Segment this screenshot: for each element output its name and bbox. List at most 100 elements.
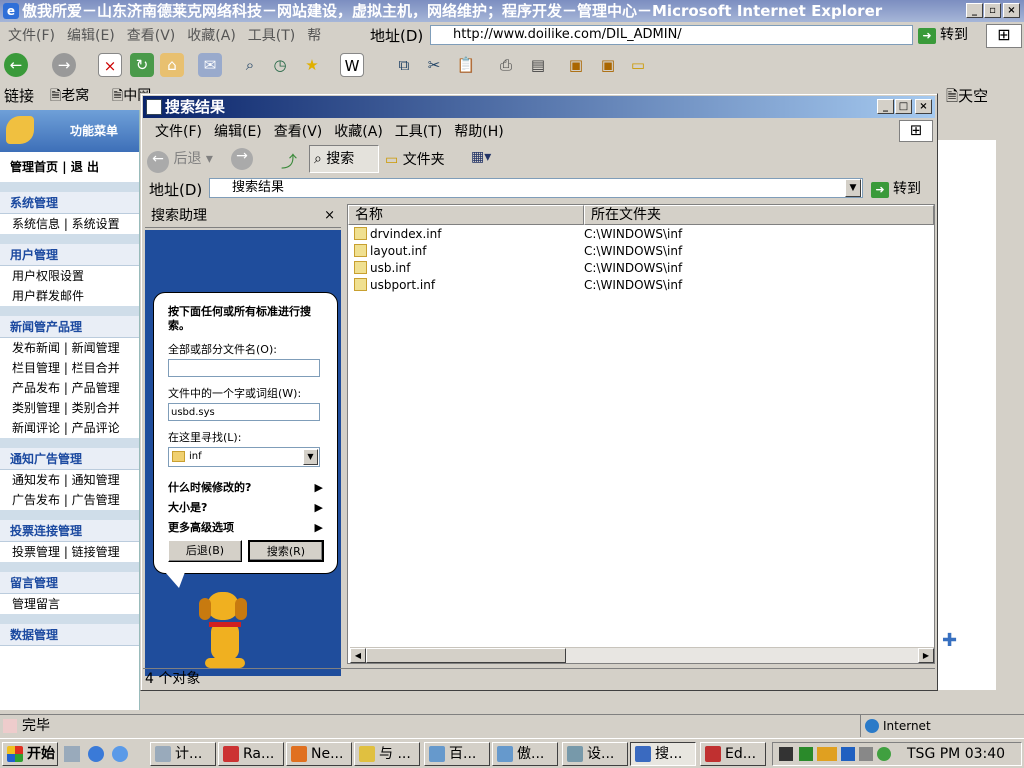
scroll-thumb[interactable] [366,648,566,663]
scroll-left-icon[interactable]: ◀ [350,648,366,663]
sw-go-button[interactable]: ➜ 转到 [871,180,921,198]
result-row[interactable]: drvindex.inf C:\WINDOWS\inf [348,226,934,243]
tray-messenger-icon[interactable] [841,747,855,761]
sw-close-button[interactable]: × [915,99,932,114]
mail-icon[interactable]: ✉ [198,53,222,77]
filename-input[interactable] [168,359,320,377]
sw-back-button[interactable]: ← 后退 ▾ [147,148,213,173]
sidebar-item[interactable]: 栏目管理 | 栏目合并 [0,358,139,378]
option-advanced[interactable]: 更多高级选项 ▶ [168,519,323,537]
taskbar-button[interactable]: 计... [150,742,216,766]
pane-back-button[interactable]: 后退(B) [168,540,242,562]
result-row[interactable]: usb.inf C:\WINDOWS\inf [348,260,934,277]
ie-menu-view[interactable]: 查看(V) [121,25,182,45]
sw-menu-favorites[interactable]: 收藏(A) [328,121,389,141]
taskbar-button[interactable]: 傲... [492,742,558,766]
stop-icon[interactable]: × [98,53,122,77]
paste-icon[interactable]: 📋 [454,53,478,77]
refresh-icon[interactable]: ↻ [130,53,154,77]
tray-security-icon[interactable] [877,747,891,761]
sidebar-item[interactable]: 新闻评论 | 产品评论 [0,418,139,438]
text-input[interactable] [168,403,320,421]
favorites-star-icon[interactable]: ★ [300,53,324,77]
admin-home-link[interactable]: 管理首页 [10,160,58,174]
taskbar-button[interactable]: Ed... [700,742,766,766]
ie-menu-help[interactable]: 帮 [301,25,327,45]
sidebar-item[interactable]: 发布新闻 | 新闻管理 [0,338,139,358]
taskbar-button[interactable]: Ne... [286,742,352,766]
taskbar-button[interactable]: 百... [424,742,490,766]
sidebar-group-title[interactable]: 新闻管产品理 [0,316,139,338]
sw-address-dropdown[interactable]: ▼ [845,179,861,197]
search-icon[interactable]: ⌕ [238,53,262,77]
sidebar-group-title[interactable]: 用户管理 [0,244,139,266]
search-dog-icon[interactable] [195,588,255,672]
sw-menu-edit[interactable]: 编辑(E) [208,121,268,141]
preview-icon[interactable]: ▤ [526,53,550,77]
column-name[interactable]: 名称 [348,205,584,225]
sw-search-toggle[interactable]: ⌕ 搜索 [309,145,379,173]
column-folder[interactable]: 所在文件夹 [584,205,934,225]
quicklaunch-browser-icon[interactable] [112,746,128,762]
option-modified-date[interactable]: 什么时候修改的? ▶ [168,479,323,497]
lookin-dropdown-icon[interactable]: ▼ [303,449,318,465]
taskbar-button[interactable]: Ra... [218,742,284,766]
sw-minimize-button[interactable]: _ [877,99,894,114]
ie-menu-file[interactable]: 文件(F) [2,25,61,45]
ie-menu-favorites[interactable]: 收藏(A) [181,25,242,45]
sw-menu-file[interactable]: 文件(F) [149,121,208,141]
lookin-select[interactable]: inf ▼ [168,447,320,467]
sidebar-group-title[interactable]: 投票连接管理 [0,520,139,542]
sidebar-item[interactable]: 用户群发邮件 [0,286,139,306]
copy-icon[interactable]: ⧉ [392,53,416,77]
print-icon[interactable]: ⎙ [494,53,518,77]
ie-menu-edit[interactable]: 编辑(E) [61,25,121,45]
scroll-right-icon[interactable]: ▶ [918,648,934,663]
start-button[interactable]: 开始 [2,742,58,766]
package-icon[interactable]: ▣ [564,53,588,77]
delete-package-icon[interactable]: ▣ [596,53,620,77]
ie-address-input[interactable]: http://www.doilike.com/DIL_ADMIN/ [430,25,913,45]
link-laowo[interactable]: 🗎老窝 [50,85,89,109]
sidebar-item[interactable]: 系统信息 | 系统设置 [0,214,139,234]
sw-menu-view[interactable]: 查看(V) [268,121,329,141]
sw-folders-button[interactable]: ▭ 文件夹 [385,149,445,169]
horizontal-scrollbar[interactable]: ◀ ▶ [350,647,934,663]
taskbar-button[interactable]: 与 ... [354,742,420,766]
pane-search-button[interactable]: 搜索(R) [248,540,324,562]
sw-up-folder-icon[interactable]: ⤴ [281,148,297,172]
ie-menu-tools[interactable]: 工具(T) [242,25,301,45]
restore-button[interactable]: ▫ [984,3,1001,18]
sidebar-item[interactable]: 产品发布 | 产品管理 [0,378,139,398]
tray-app-icon[interactable] [817,747,837,761]
close-button[interactable]: × [1003,3,1020,18]
sw-forward-icon[interactable]: → [231,148,253,170]
home-icon[interactable]: ⌂ [160,53,184,77]
sw-menu-tools[interactable]: 工具(T) [389,121,448,141]
sidebar-item[interactable]: 管理留言 [0,594,139,614]
sw-views-icon[interactable]: ▦▾ [471,149,491,165]
sidebar-group-title[interactable]: 通知广告管理 [0,448,139,470]
result-row[interactable]: usbport.inf C:\WINDOWS\inf [348,277,934,294]
pane-close-icon[interactable]: × [324,204,335,228]
result-row[interactable]: layout.inf C:\WINDOWS\inf [348,243,934,260]
sidebar-item[interactable]: 通知发布 | 通知管理 [0,470,139,490]
quicklaunch-desktop-icon[interactable] [64,746,80,762]
minimize-button[interactable]: _ [966,3,983,18]
clock[interactable]: TSG PM 03:40 [907,746,1005,762]
tray-volume-icon[interactable] [859,747,873,761]
taskbar-button[interactable]: 设... [562,742,628,766]
ie-go-button[interactable]: ➜ 转到 [918,25,968,45]
sidebar-group-title[interactable]: 系统管理 [0,192,139,214]
sidebar-item[interactable]: 投票管理 | 链接管理 [0,542,139,562]
sidebar-group-title[interactable]: 留言管理 [0,572,139,594]
sidebar-item[interactable]: 广告发布 | 广告管理 [0,490,139,510]
tray-network-icon[interactable] [799,747,813,761]
sw-menu-help[interactable]: 帮助(H) [448,121,509,141]
sidebar-item[interactable]: 用户权限设置 [0,266,139,286]
back-icon[interactable]: ← [4,53,28,77]
sidebar-item[interactable]: 类别管理 | 类别合并 [0,398,139,418]
taskbar-button[interactable]: 搜... [630,742,696,766]
folder-icon[interactable]: ▭ [626,53,650,77]
cut-icon[interactable]: ✂ [422,53,446,77]
